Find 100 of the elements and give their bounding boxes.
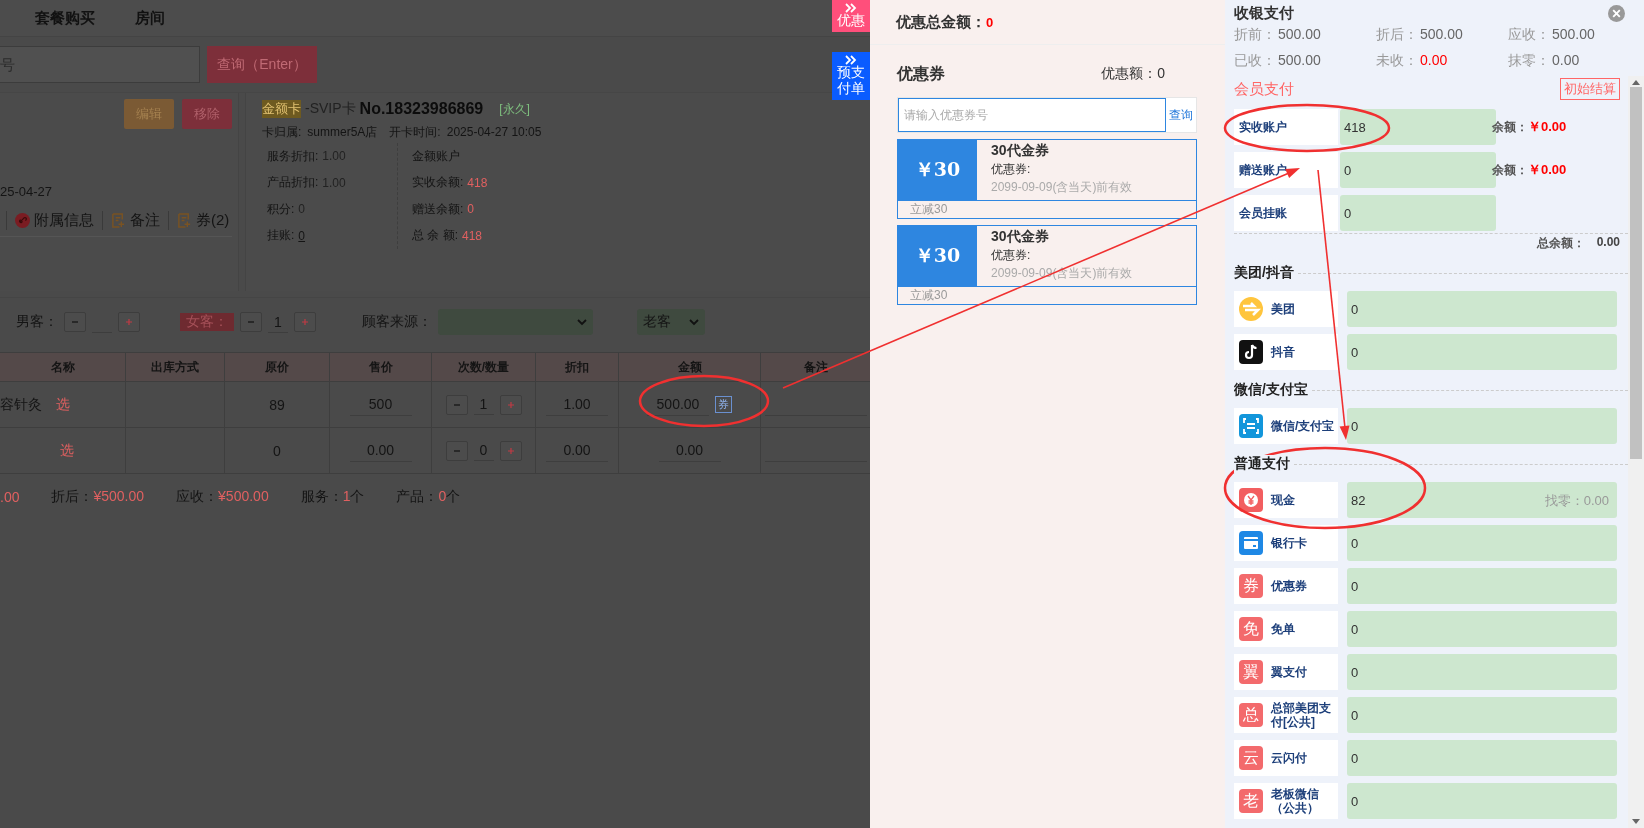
coupon-name: 30代金券 [991, 228, 1050, 246]
summary-value: 0 [438, 488, 447, 506]
amount-field[interactable]: 0 [1347, 525, 1617, 561]
payment-method-label: 抖音 [1271, 344, 1295, 360]
note-icon [177, 213, 192, 228]
amount-field[interactable]: 0 [1347, 568, 1617, 604]
method-icon: 总 [1239, 703, 1263, 727]
card-icon [1239, 531, 1263, 555]
group-title: 普通支付 [1234, 455, 1290, 473]
group-title: 美团/抖音 [1234, 264, 1294, 282]
note-icon [111, 213, 126, 228]
nav-item[interactable]: 套餐购买 [35, 8, 95, 28]
card-number: No.18323986869 [359, 100, 484, 118]
payment-method-label: 总部美团支付[公共] [1271, 700, 1332, 730]
select-link[interactable]: 选 [56, 395, 70, 414]
column-header: 次数/数量 [432, 353, 536, 381]
stat-label: 未收： [1376, 52, 1418, 70]
plus-button[interactable] [118, 312, 140, 332]
payment-method-label: 现金 [1271, 492, 1295, 508]
payment-method-label: 翼支付 [1271, 664, 1307, 680]
link-icon [15, 213, 30, 228]
plus-icon [125, 318, 133, 326]
amount-field[interactable]: 0 [1347, 740, 1617, 776]
music-note-icon [1239, 340, 1263, 364]
stat-label: 已收： [1234, 52, 1276, 70]
plus-icon [301, 318, 309, 326]
amount-field[interactable]: 0 [1347, 408, 1617, 444]
summary-unit: 个 [446, 488, 461, 506]
coupon-field[interactable]: 请输入优惠券号 [898, 98, 1166, 132]
total-balance-label: 总余额： [1536, 235, 1585, 252]
payment-method-label: 美团 [1271, 301, 1295, 317]
stat-value: 0.00 [1552, 52, 1580, 70]
coupon-card[interactable]: ￥30 30代金券 优惠券: 2099-09-09(含当天)前有效 立减30 [897, 139, 1197, 219]
coin-icon [1239, 488, 1263, 512]
discount-total-value: 0 [986, 14, 994, 30]
scroll-down-icon[interactable] [1632, 819, 1640, 824]
balance-value: ￥0.00 [1528, 119, 1567, 134]
payment-method-label: 免单 [1271, 621, 1295, 637]
scrollbar[interactable] [1628, 76, 1644, 828]
coupon-button[interactable]: 券 [715, 396, 732, 413]
change-label: 找零： [1544, 493, 1584, 508]
plus-button[interactable] [499, 394, 522, 415]
minus-button[interactable] [240, 312, 262, 332]
stat-label: 应收： [1508, 26, 1550, 44]
side-tab[interactable]: 预支付单 [832, 52, 870, 101]
summary-value: ¥500.00 [218, 488, 269, 506]
coupon-type: 优惠券: [991, 161, 1032, 178]
method-icon: 券 [1239, 574, 1263, 598]
method-icon: 云 [1239, 746, 1263, 770]
close-icon[interactable] [1608, 4, 1625, 22]
summary-value: ¥500.00 [93, 488, 145, 506]
account-label: 实收账户 [1234, 109, 1338, 145]
payment-method-label: 微信/支付宝 [1271, 418, 1335, 434]
stat-value: 500.00 [1278, 26, 1321, 44]
method-icon: 免 [1239, 617, 1263, 641]
column-header: 出库方式 [126, 353, 225, 381]
amount-field[interactable]: 0 [1347, 783, 1617, 819]
reset-button[interactable]: 初始结算 [1560, 78, 1620, 100]
query-button[interactable]: 查询（Enter） [207, 46, 317, 83]
coupon-note: 立减30 [910, 201, 948, 218]
method-icon: 老 [1239, 789, 1263, 813]
amount-field[interactable]: 0 [1347, 334, 1617, 370]
minus-button[interactable] [64, 312, 86, 332]
column-header: 金额 [619, 353, 761, 381]
plus-icon [506, 400, 515, 409]
minus-button[interactable] [445, 394, 468, 415]
info-value: 418 [462, 228, 483, 243]
plus-button[interactable] [499, 440, 522, 461]
nav-item[interactable]: 房间 [135, 8, 165, 28]
payment-method-label: 银行卡 [1271, 535, 1307, 551]
side-tab[interactable]: 优惠 [832, 0, 870, 33]
amount-field[interactable]: 0 [1347, 697, 1617, 733]
info-value: 0 [467, 202, 475, 217]
plus-button[interactable] [294, 312, 316, 332]
amount-field[interactable]: 0 [1340, 195, 1496, 231]
chevron-down-icon [689, 318, 699, 326]
scroll-up-icon[interactable] [1632, 80, 1640, 85]
minus-icon [247, 318, 255, 326]
discount-amount-value: 0 [1157, 65, 1165, 81]
stat-value: 500.00 [1278, 52, 1321, 70]
stat-label: 折前： [1234, 26, 1276, 44]
amount-field[interactable]: 0 [1347, 611, 1617, 647]
account-label: 赠送账户 [1234, 152, 1338, 188]
source-select[interactable] [438, 309, 593, 335]
stat-value: 500.00 [1420, 26, 1463, 44]
discount-amount-label: 优惠额： [1101, 65, 1158, 81]
amount-field[interactable]: 0 [1347, 291, 1617, 327]
plus-icon [506, 446, 515, 455]
column-header: 售价 [330, 353, 432, 381]
amount-field[interactable]: 0 [1347, 654, 1617, 690]
group-title: 微信/支付宝 [1234, 381, 1308, 399]
minus-button[interactable] [445, 440, 468, 461]
summary-value: .00 [0, 489, 20, 505]
column-header: 原价 [225, 353, 330, 381]
section-title: 优惠券 [897, 63, 945, 84]
coupon-type: 优惠券: [991, 247, 1032, 264]
card-link[interactable]: 券(2) [196, 211, 230, 230]
select-link[interactable]: 选 [59, 441, 74, 460]
column-header: 折扣 [536, 353, 619, 381]
method-icon: 翼 [1239, 660, 1263, 684]
